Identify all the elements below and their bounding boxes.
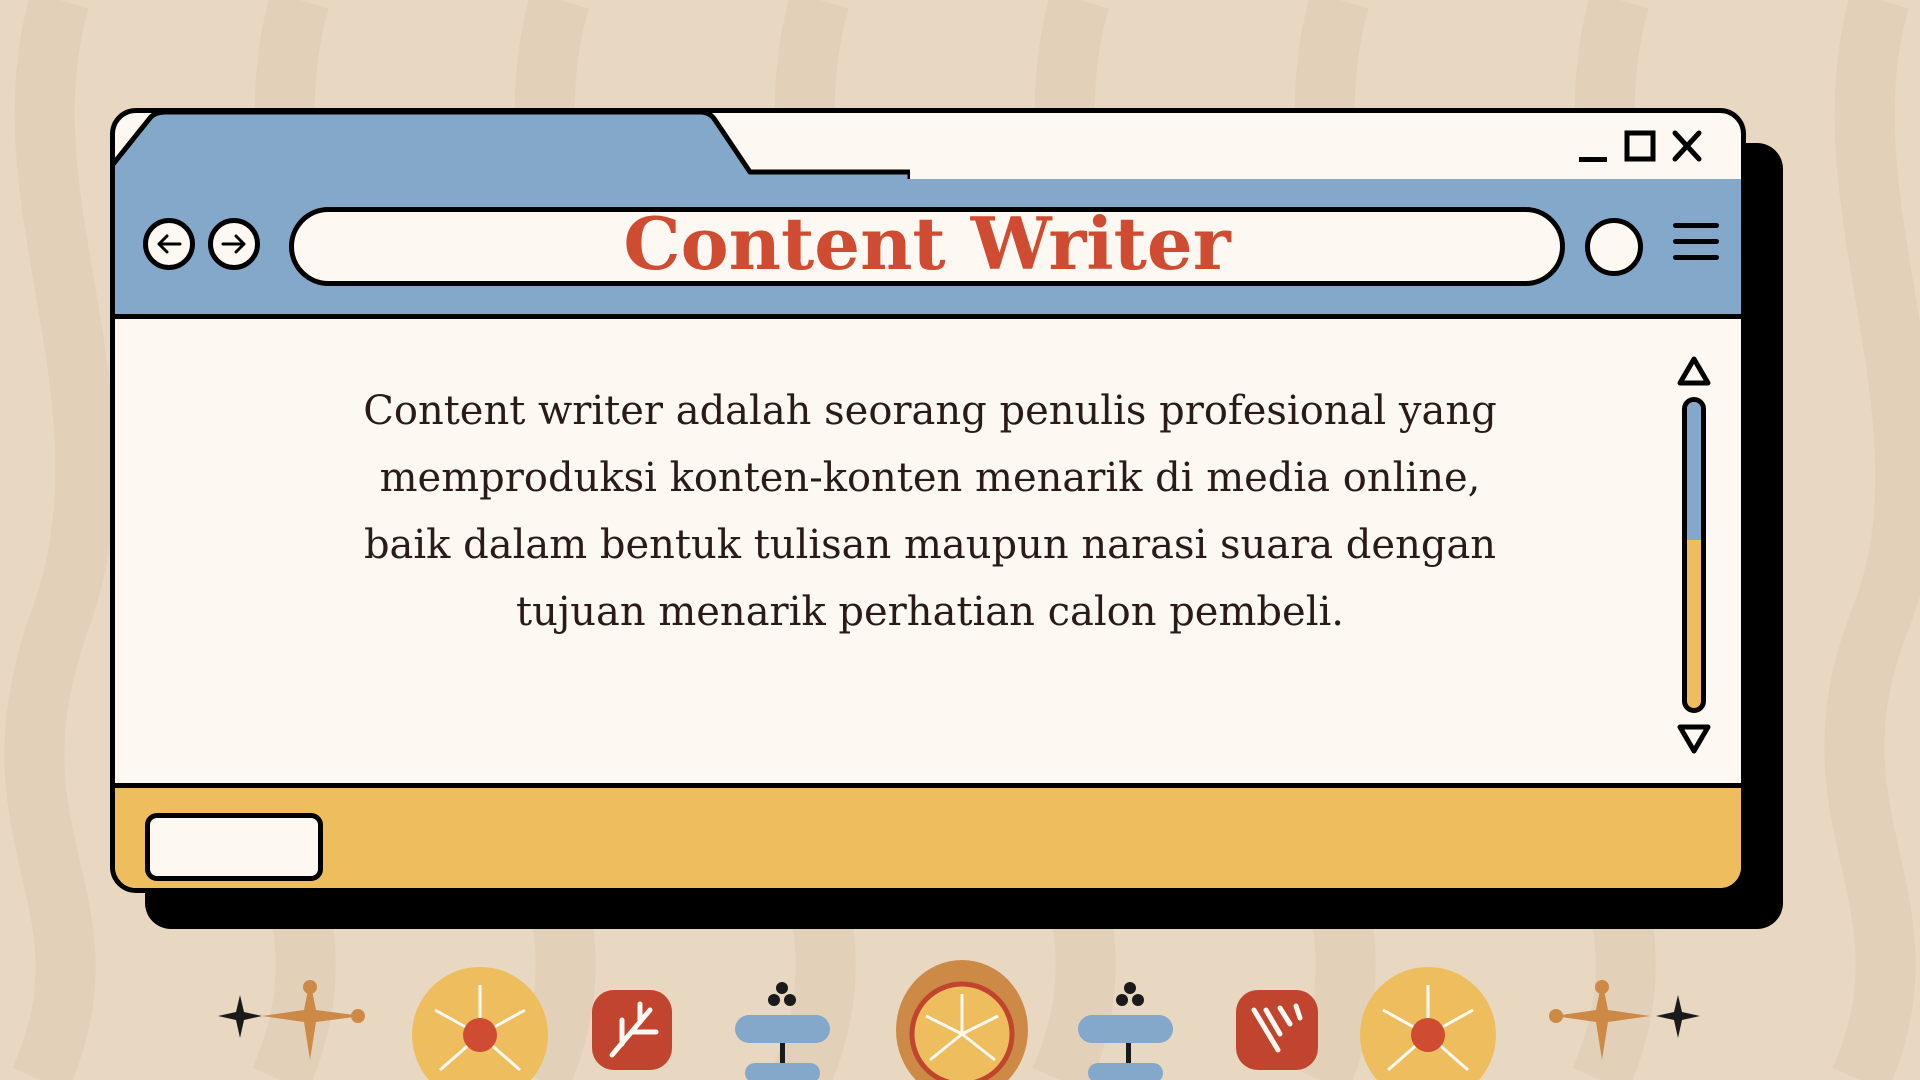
browser-window: Content Writer Content writer adalah seo… xyxy=(110,108,1746,893)
address-bar[interactable]: Content Writer xyxy=(289,201,1565,286)
browser-tab xyxy=(115,113,910,188)
scroll-up-icon[interactable] xyxy=(1668,349,1728,393)
totem-icon xyxy=(735,982,830,1080)
flower-icon xyxy=(1360,967,1496,1080)
scroll-down-icon[interactable] xyxy=(1668,717,1728,761)
sunburst-icon xyxy=(896,960,1028,1080)
arrow-left-icon xyxy=(157,234,182,254)
totem-icon xyxy=(1078,982,1173,1080)
scrollbar[interactable] xyxy=(1668,349,1728,759)
forward-button[interactable] xyxy=(208,218,260,270)
back-button[interactable] xyxy=(143,218,195,270)
leaf-tile-icon xyxy=(592,990,672,1070)
scroll-track[interactable] xyxy=(1682,397,1706,713)
leaf-tile-icon xyxy=(1236,990,1318,1070)
circle-button[interactable] xyxy=(1585,218,1643,276)
scroll-thumb[interactable] xyxy=(1687,402,1701,540)
window-controls xyxy=(1571,127,1721,167)
maximize-icon[interactable] xyxy=(1624,130,1656,162)
status-field[interactable] xyxy=(145,813,323,881)
close-icon[interactable] xyxy=(1672,130,1702,162)
minimize-icon[interactable] xyxy=(1579,157,1607,162)
content-paragraph: Content writer adalah seorang penulis pr… xyxy=(363,388,1497,635)
arrow-right-icon xyxy=(221,234,246,254)
decorative-icons-row xyxy=(218,960,1700,1080)
hamburger-menu-icon[interactable] xyxy=(1673,223,1719,269)
flower-icon xyxy=(412,967,548,1080)
sparkle-icon xyxy=(1549,980,1700,1060)
status-bar xyxy=(115,783,1741,888)
sparkle-icon xyxy=(218,980,365,1060)
page-title: Content Writer xyxy=(623,201,1231,286)
